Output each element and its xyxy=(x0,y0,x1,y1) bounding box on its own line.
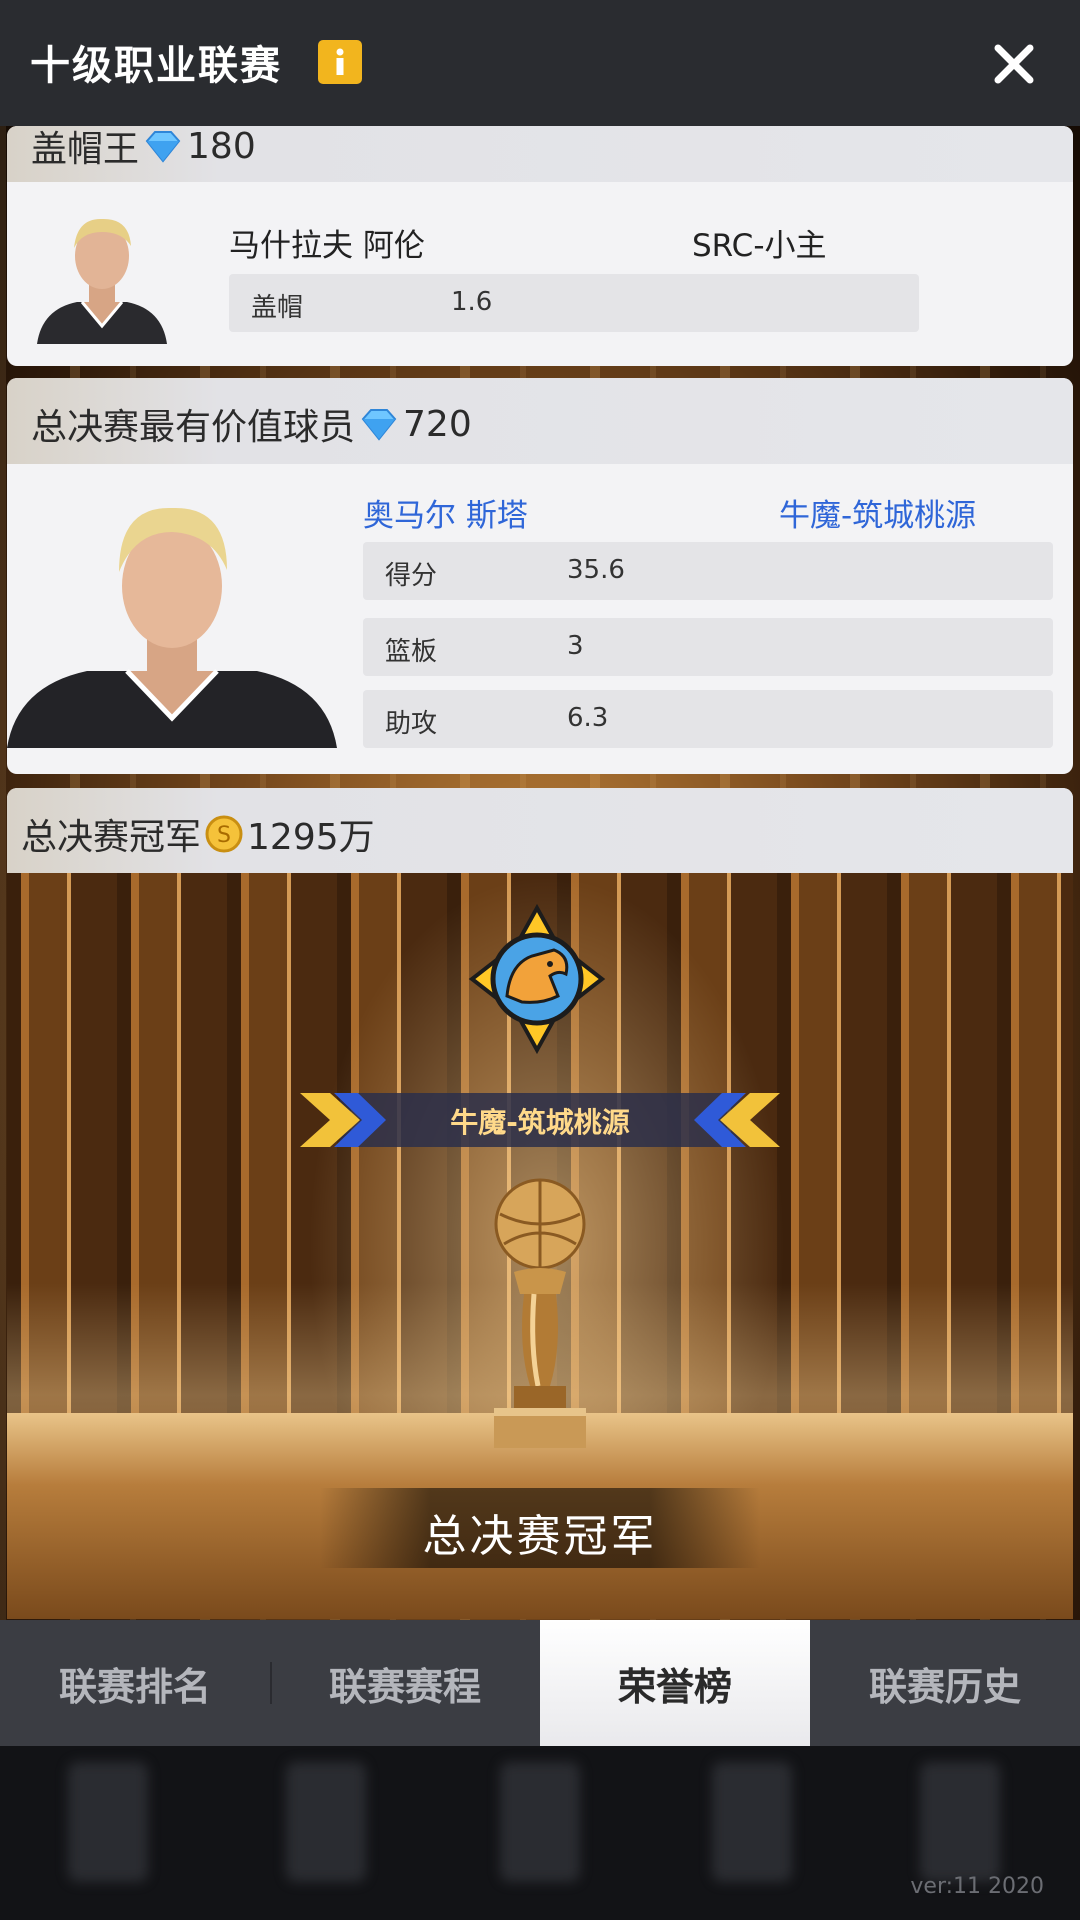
player-name[interactable]: 马什拉夫 阿伦 xyxy=(229,220,425,265)
stat-label: 盖帽 xyxy=(251,293,304,323)
stat-row: 盖帽 1.6 xyxy=(229,274,919,332)
version-text: ver:11 2020 xyxy=(910,1874,1044,1899)
tab-league-ranking[interactable]: 联赛排名 xyxy=(0,1620,270,1746)
tab-league-schedule[interactable]: 联赛赛程 xyxy=(270,1620,540,1746)
svg-text:S: S xyxy=(217,823,231,848)
blurred-nav-icon xyxy=(920,1762,1000,1882)
finals-mvp-card: 总决赛最有价值球员 720 奥马尔 斯塔 牛魔-筑城桃源 得分 35.6 篮板 … xyxy=(7,378,1073,774)
stat-label: 助攻 xyxy=(385,709,438,739)
tab-honor-roll[interactable]: 荣誉榜 xyxy=(540,1620,810,1746)
trophy-icon xyxy=(494,1178,586,1448)
champion-reward: 1295万 xyxy=(247,817,375,858)
stat-row: 篮板 3 xyxy=(363,618,1053,676)
card-title: 盖帽王 180 xyxy=(31,126,256,170)
tab-league-history[interactable]: 联赛历史 xyxy=(810,1620,1080,1746)
team-logo[interactable] xyxy=(462,904,612,1054)
champion-card-header: 总决赛冠军 S 1295万 xyxy=(7,788,1073,874)
champion-team-name: 牛魔-筑城桃源 xyxy=(450,1106,630,1139)
stat-row: 得分 35.6 xyxy=(363,542,1053,600)
coin-icon: S xyxy=(205,815,243,853)
stat-value: 1.6 xyxy=(451,287,493,317)
champion-title-plate: 总决赛冠军 xyxy=(320,1488,760,1568)
champion-title: 总决赛冠军 xyxy=(422,1511,658,1562)
player-name[interactable]: 奥马尔 斯塔 xyxy=(363,490,528,535)
blurred-nav-icon xyxy=(286,1762,366,1882)
stat-label: 得分 xyxy=(385,561,438,591)
diamond-icon xyxy=(361,409,397,441)
blurred-nav-icon xyxy=(712,1762,792,1882)
close-icon[interactable] xyxy=(988,38,1040,90)
avatar xyxy=(27,204,177,344)
team-name[interactable]: SRC-小主 xyxy=(692,220,827,265)
stat-value: 35.6 xyxy=(567,555,625,585)
avatar xyxy=(7,486,337,748)
stat-label: 篮板 xyxy=(385,637,438,667)
card-header: 盖帽王 180 xyxy=(7,126,1073,182)
block-king-card: 盖帽王 180 马什拉夫 阿伦 SRC-小主 盖帽 1.6 xyxy=(7,126,1073,366)
card-title: 总决赛冠军 S 1295万 xyxy=(21,808,375,860)
team-name[interactable]: 牛魔-筑城桃源 xyxy=(779,490,976,535)
card-title: 总决赛最有价值球员 720 xyxy=(31,403,472,449)
stat-row: 助攻 6.3 xyxy=(363,690,1053,748)
info-icon[interactable] xyxy=(318,40,362,84)
champion-team-banner: 牛魔-筑城桃源 xyxy=(300,1087,780,1153)
tab-bar: 联赛排名 联赛赛程 荣誉榜 联赛历史 xyxy=(0,1620,1080,1746)
diamond-icon xyxy=(145,131,181,163)
blurred-nav-icon xyxy=(500,1762,580,1882)
finals-mvp-reward: 720 xyxy=(403,403,472,445)
card-header: 总决赛冠军 S 1295万 xyxy=(7,788,1073,874)
top-bar: 十级职业联赛 xyxy=(0,0,1080,126)
stat-value: 6.3 xyxy=(567,703,609,733)
block-king-reward: 180 xyxy=(187,126,256,167)
blurred-nav-icon xyxy=(68,1762,148,1882)
stat-value: 3 xyxy=(567,631,584,661)
card-header: 总决赛最有价值球员 720 xyxy=(7,378,1073,464)
page-title: 十级职业联赛 xyxy=(30,43,282,89)
